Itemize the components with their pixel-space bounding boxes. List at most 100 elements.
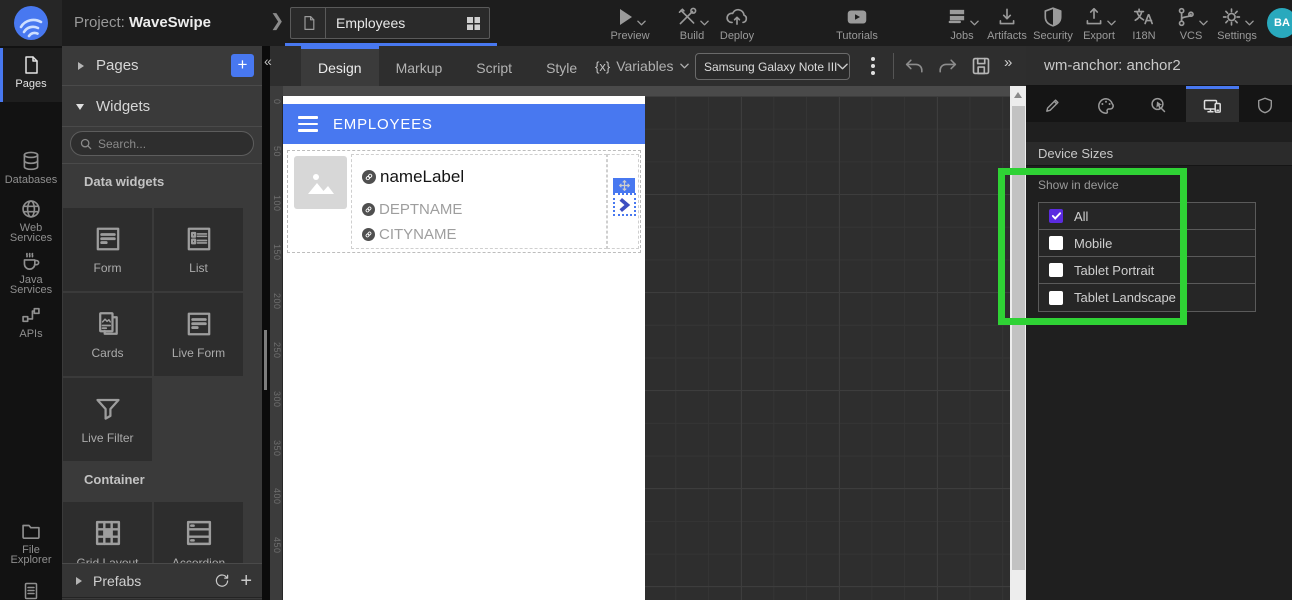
tutorials-button[interactable]: Tutorials (833, 4, 881, 42)
checkbox-tablet-portrait[interactable] (1049, 263, 1063, 277)
topbar: Project: WaveSwipe ❯ Employees Preview (0, 0, 1292, 46)
app-logo[interactable] (0, 0, 62, 46)
widgets-palette: Pages + Widgets Data widgets Form List (62, 46, 262, 600)
sidebar-item-databases[interactable]: Databases (0, 150, 62, 185)
sidebar-item-web-services[interactable]: Web Services (0, 198, 62, 243)
i18n-icon (1132, 4, 1156, 28)
design-canvas[interactable]: EMPLOYEES nameLabel (283, 96, 1010, 600)
move-handle-icon[interactable] (613, 178, 635, 193)
link-icon (362, 203, 375, 216)
sidebar-item-java-services[interactable]: Java Services (0, 250, 62, 295)
chevron-down-icon (970, 20, 979, 26)
security-icon (1042, 4, 1064, 28)
search-input[interactable] (98, 137, 238, 151)
document-icon (21, 580, 41, 600)
name-label-widget[interactable]: nameLabel (362, 167, 464, 187)
palette-scrollbar[interactable] (264, 330, 267, 390)
ruler-corner (270, 86, 283, 96)
pages-section-header[interactable]: Pages + (62, 46, 262, 86)
refresh-icon[interactable] (214, 573, 230, 589)
anchor-chevron-icon[interactable] (613, 193, 636, 216)
tab-script[interactable]: Script (459, 46, 529, 86)
export-button[interactable]: Export (1075, 4, 1123, 42)
tutorials-icon (845, 4, 869, 28)
chevron-down-icon (1245, 20, 1254, 26)
chevron-down-icon (680, 63, 689, 69)
preview-button[interactable]: Preview (606, 4, 654, 42)
sidebar-item-pages[interactable]: Pages (0, 54, 62, 89)
add-prefab-icon[interactable]: + (240, 573, 252, 589)
mobile-navbar[interactable]: EMPLOYEES (283, 104, 645, 144)
widget-tile-form[interactable]: Form (63, 208, 152, 291)
artifacts-button[interactable]: Artifacts (983, 4, 1031, 42)
data-widgets-title: Data widgets (84, 174, 164, 189)
tab-inspect[interactable] (1132, 86, 1185, 122)
checkbox-mobile[interactable] (1049, 236, 1063, 250)
prefabs-section-header[interactable]: Prefabs + (62, 563, 262, 598)
expand-panel-icon[interactable]: » (1004, 54, 1012, 71)
sidebar-item-apis[interactable]: APIs (0, 304, 62, 339)
image-placeholder-icon[interactable] (294, 156, 347, 209)
widgets-section-header[interactable]: Widgets (62, 87, 262, 127)
redo-icon[interactable] (936, 55, 959, 77)
option-tablet-landscape[interactable]: Tablet Landscape (1039, 284, 1255, 311)
widget-search-row (62, 127, 262, 164)
widget-search[interactable] (70, 131, 254, 156)
settings-button[interactable]: Settings (1213, 4, 1261, 42)
coffee-icon (19, 250, 43, 272)
build-button[interactable]: Build (668, 4, 716, 42)
sidebar-item-more-document[interactable] (0, 580, 62, 600)
canvas-scrollbar[interactable] (1010, 86, 1026, 600)
widget-tile-list[interactable]: List (154, 208, 243, 291)
tab-styles[interactable] (1079, 86, 1132, 122)
widget-tile-cards[interactable]: Cards (63, 293, 152, 376)
device-size-select[interactable]: Samsung Galaxy Note III (695, 53, 850, 80)
devices-icon (1202, 96, 1223, 116)
dept-label-widget[interactable]: DEPTNAME (362, 201, 462, 218)
option-mobile[interactable]: Mobile (1039, 230, 1255, 257)
tab-markup[interactable]: Markup (379, 46, 460, 86)
tab-style[interactable]: Style (529, 46, 594, 86)
selected-anchor-widget[interactable] (613, 178, 636, 216)
file-tab-employees[interactable]: Employees (290, 7, 490, 39)
search-icon (80, 138, 92, 150)
grid-icon[interactable] (466, 16, 481, 31)
tab-design[interactable]: Design (301, 46, 379, 86)
widget-tile-live-form[interactable]: Live Form (154, 293, 243, 376)
checkbox-tablet-landscape[interactable] (1049, 291, 1063, 305)
save-icon[interactable] (970, 55, 992, 77)
collapse-panel-icon[interactable]: « (264, 53, 272, 69)
globe-icon (20, 198, 42, 220)
more-options-icon[interactable] (867, 54, 879, 78)
city-label-widget[interactable]: CITYNAME (362, 226, 457, 243)
variables-button[interactable]: {x} Variables (595, 46, 689, 86)
add-page-button[interactable]: + (231, 54, 254, 77)
device-options-list: All Mobile Tablet Portrait Tablet Landsc… (1038, 202, 1256, 312)
toolbar-divider (893, 53, 894, 79)
checkbox-all[interactable] (1049, 209, 1063, 223)
tab-properties[interactable] (1026, 86, 1079, 122)
security-button[interactable]: Security (1029, 4, 1077, 42)
expanded-arrow-icon (76, 104, 84, 110)
widget-tile-live-filter[interactable]: Live Filter (63, 378, 152, 461)
hamburger-icon[interactable] (298, 116, 318, 132)
tab-device-sizes[interactable] (1186, 86, 1239, 122)
list-item-template[interactable]: nameLabel DEPTNAME CITYNAME (287, 150, 641, 253)
deploy-button[interactable]: Deploy (713, 4, 761, 42)
option-all[interactable]: All (1039, 203, 1255, 230)
option-tablet-portrait[interactable]: Tablet Portrait (1039, 257, 1255, 284)
scrollbar-thumb[interactable] (1012, 106, 1025, 570)
chevron-down-icon (1199, 20, 1208, 26)
scroll-up-arrow-icon[interactable] (1014, 92, 1022, 98)
sidebar-item-file-explorer[interactable]: File Explorer (0, 520, 62, 565)
vcs-button[interactable]: VCS (1167, 4, 1215, 42)
labels-container[interactable]: nameLabel DEPTNAME CITYNAME (351, 154, 607, 249)
i18n-button[interactable]: I18N (1120, 4, 1168, 42)
undo-icon[interactable] (903, 55, 926, 77)
project-name: WaveSwipe (129, 14, 211, 31)
page-preview[interactable]: EMPLOYEES nameLabel (283, 96, 645, 600)
user-avatar[interactable]: BA (1267, 8, 1292, 38)
jobs-button[interactable]: Jobs (938, 4, 986, 42)
deploy-icon (725, 4, 749, 28)
tab-security[interactable] (1239, 86, 1292, 122)
